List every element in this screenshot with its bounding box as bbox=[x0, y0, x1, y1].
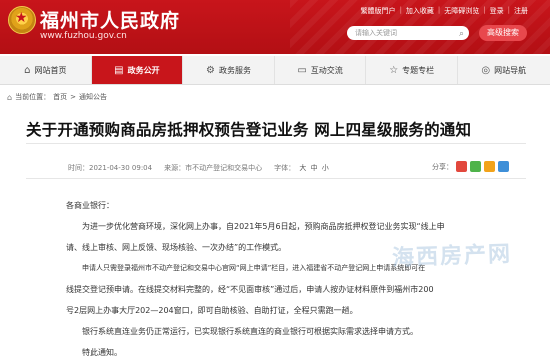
paragraph: 银行系统直连业务仍正常运行，已实现银行系统直连的商业银行可根据实际需求选择申请方… bbox=[82, 327, 418, 336]
nav-label: 网站导航 bbox=[494, 65, 527, 75]
document-icon: ▤ bbox=[114, 64, 124, 76]
national-emblem-icon bbox=[8, 6, 36, 34]
font-size-small-button[interactable]: 小 bbox=[322, 164, 329, 172]
breadcrumb-separator: > bbox=[70, 93, 76, 101]
breadcrumb-prefix: 当前位置： bbox=[15, 93, 51, 101]
divider: | bbox=[437, 6, 441, 14]
compass-icon: ◎ bbox=[481, 64, 491, 76]
qq-share-icon[interactable] bbox=[498, 161, 509, 172]
wechat-share-icon[interactable] bbox=[470, 161, 481, 172]
nav-item-government-affairs[interactable]: ▤ 政务公开 bbox=[91, 56, 184, 84]
home-icon: ⌂ bbox=[24, 64, 31, 76]
watermark: 海西房产网 bbox=[391, 241, 513, 272]
paragraph: 线提交登记预申请。在线提交材料完整的，经“不见面审核”通过后，申请人按办证材料原… bbox=[66, 285, 434, 294]
nav-label: 网站首页 bbox=[34, 65, 67, 75]
nav-item-home[interactable]: ⌂ 网站首页 bbox=[0, 56, 92, 84]
weibo-share-icon[interactable] bbox=[456, 161, 467, 172]
search-placeholder: 请输入关键词 bbox=[355, 29, 397, 37]
breadcrumb: ⌂ 当前位置： 首页 > 通知公告 bbox=[7, 92, 107, 102]
top-link-accessibility[interactable]: 无障碍浏览 bbox=[444, 6, 479, 16]
nav-item-services[interactable]: ⚙ 政务服务 bbox=[183, 56, 275, 84]
search-icon[interactable]: ⌕ bbox=[459, 27, 464, 41]
divider bbox=[26, 143, 526, 144]
paragraph: 特此通知。 bbox=[82, 348, 122, 357]
font-size-large-button[interactable]: 大 bbox=[299, 164, 306, 172]
site-title[interactable]: 福州市人民政府 bbox=[40, 6, 180, 33]
top-link-register[interactable]: 注册 bbox=[514, 6, 528, 16]
nav-item-interaction[interactable]: ▭ 互动交流 bbox=[275, 56, 367, 84]
article-title: 关于开通预购商品房抵押权预告登记业务 网上四星级服务的通知 bbox=[26, 121, 472, 139]
share-label: 分享： bbox=[432, 162, 453, 171]
share-bar: 分享： bbox=[432, 161, 509, 172]
font-size-medium-button[interactable]: 中 bbox=[311, 164, 318, 172]
nav-label: 互动交流 bbox=[310, 65, 343, 75]
divider bbox=[26, 178, 526, 179]
divider: | bbox=[483, 6, 486, 14]
nav-label: 政务公开 bbox=[127, 65, 160, 75]
main-nav: ⌂ 网站首页 ▤ 政务公开 ⚙ 政务服务 ▭ 互动交流 ☆ 专题专栏 ◎ 网站导… bbox=[0, 56, 550, 85]
site-header: 福州市人民政府 www.fuzhou.gov.cn 繁體版門户 | 加入收藏 |… bbox=[0, 0, 550, 54]
qzone-share-icon[interactable] bbox=[484, 161, 495, 172]
nav-item-site-map[interactable]: ◎ 网站导航 bbox=[458, 56, 550, 84]
publish-date: 时间：2021-04-30 09:04 bbox=[68, 164, 153, 172]
site-url: www.fuzhou.gov.cn bbox=[40, 31, 127, 41]
top-link-login[interactable]: 登录 bbox=[490, 6, 504, 16]
nav-label: 政务服务 bbox=[218, 65, 251, 75]
chat-icon: ▭ bbox=[297, 64, 307, 76]
top-link-favorite[interactable]: 加入收藏 bbox=[406, 6, 434, 16]
advanced-search-button[interactable]: 高级搜索 bbox=[479, 25, 527, 41]
paragraph: 为进一步优化营商环境，深化网上办事，自2021年5月6日起，预购商品房抵押权登记… bbox=[82, 222, 445, 231]
article-body: 各商业银行： 为进一步优化营商环境，深化网上办事，自2021年5月6日起，预购商… bbox=[66, 195, 518, 363]
article-meta: 时间：2021-04-30 09:04 来源：市不动产登记和交易中心 字体： 大… bbox=[68, 163, 329, 173]
divider: | bbox=[507, 6, 510, 14]
nav-label: 专题专栏 bbox=[402, 65, 435, 75]
salutation: 各商业银行： bbox=[66, 201, 114, 210]
nav-item-topics[interactable]: ☆ 专题专栏 bbox=[366, 56, 458, 84]
star-icon: ☆ bbox=[389, 64, 399, 76]
location-icon: ⌂ bbox=[7, 92, 13, 102]
breadcrumb-home[interactable]: 首页 bbox=[53, 92, 67, 102]
article-source: 来源：市不动产登记和交易中心 bbox=[164, 164, 263, 172]
gear-icon: ⚙ bbox=[206, 64, 215, 76]
top-link-traditional[interactable]: 繁體版門户 bbox=[361, 6, 396, 16]
breadcrumb-notices[interactable]: 通知公告 bbox=[79, 92, 107, 102]
paragraph: 号2层网上办事大厅202—204窗口，即可自助核验、自助打证，全程只需跑一趟。 bbox=[66, 306, 358, 315]
search-input[interactable]: 请输入关键词 ⌕ bbox=[347, 26, 469, 40]
divider: | bbox=[399, 6, 402, 14]
top-links: 繁體版門户 | 加入收藏 | 无障碍浏览 | 登录 | 注册 bbox=[361, 6, 528, 16]
font-size-label: 字体： bbox=[274, 164, 296, 172]
